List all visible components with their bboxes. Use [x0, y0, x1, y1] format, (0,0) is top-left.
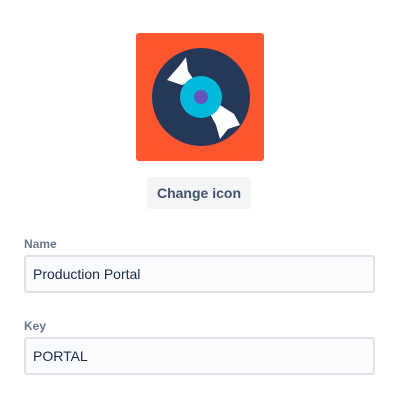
name-field-label: Name	[24, 237, 57, 251]
project-avatar	[136, 33, 264, 161]
key-input[interactable]	[24, 337, 375, 375]
vinyl-record-icon	[136, 33, 264, 161]
name-input[interactable]	[24, 255, 375, 293]
change-icon-button[interactable]: Change icon	[147, 177, 251, 209]
key-field-label: Key	[24, 319, 47, 333]
record-spindle-hole	[194, 90, 208, 104]
